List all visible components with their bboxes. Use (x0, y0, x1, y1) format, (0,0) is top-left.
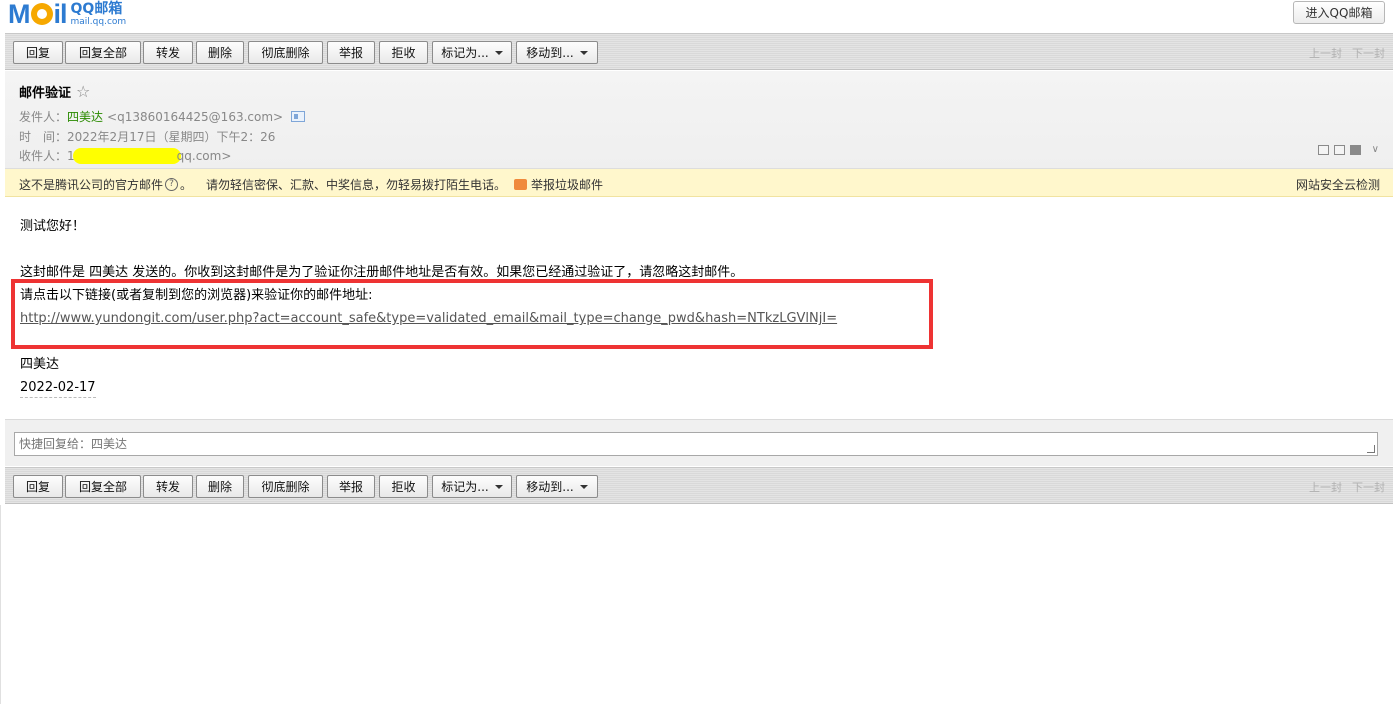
signature: 四美达 (20, 357, 60, 372)
mark-as-dropdown[interactable]: 标记为... (432, 41, 512, 64)
enter-qq-mail-button[interactable]: 进入QQ邮箱 (1293, 1, 1385, 24)
star-icon[interactable]: ☆ (76, 82, 90, 101)
mail-pager: 上一封 下一封 (1309, 479, 1385, 495)
chevron-down-icon (579, 50, 588, 55)
qq-mail-logo[interactable]: Mil QQ邮箱 mail.qq.com (8, 0, 126, 28)
reply-button[interactable]: 回复 (13, 475, 63, 498)
sign-date: 2022-02-17 (20, 378, 96, 398)
move-to-dropdown[interactable]: 移动到... (516, 475, 598, 498)
redaction-mark (72, 147, 181, 164)
not-official-notice: 这不是腾讯公司的官方邮件 (19, 178, 164, 192)
recipient-row: 收件人： 1 qq.com> (19, 147, 232, 164)
fraud-tip: 请勿轻信密保、汇款、中奖信息，勿轻易拨打陌生电话。 (206, 178, 507, 192)
logo-o-icon (30, 3, 53, 25)
mail-actions: ∨ (1317, 144, 1379, 155)
note-icon[interactable] (1317, 144, 1329, 155)
move-to-dropdown[interactable]: 移动到... (516, 41, 598, 64)
sender-name[interactable]: 四美达 (67, 108, 103, 125)
mail-pager: 上一封 下一封 (1309, 45, 1385, 61)
print-icon[interactable] (1349, 144, 1361, 155)
recipient-email: qq.com> (176, 148, 232, 163)
reject-button[interactable]: 拒收 (379, 41, 428, 64)
chevron-down-icon (494, 50, 503, 55)
prev-mail-link[interactable]: 上一封 (1309, 45, 1342, 61)
report-spam-link[interactable]: 举报垃圾邮件 (531, 176, 603, 193)
next-mail-link[interactable]: 下一封 (1352, 479, 1385, 495)
reply-all-button[interactable]: 回复全部 (65, 475, 141, 498)
mail-header: 邮件验证 ☆ 发件人： 四美达 <q13860164425@163.com> 时… (5, 71, 1393, 169)
reject-button[interactable]: 拒收 (379, 475, 428, 498)
chevron-down-icon (579, 484, 588, 489)
toolbar-top: 回复 回复全部 转发 删除 彻底删除 举报 拒收 标记为... 移动到... 上… (5, 33, 1393, 70)
new-window-icon[interactable] (1333, 144, 1345, 155)
toolbar-bottom: 回复 回复全部 转发 删除 彻底删除 举报 拒收 标记为... 移动到... 上… (5, 467, 1393, 504)
delete-button[interactable]: 删除 (196, 41, 244, 64)
quick-reply-area (5, 419, 1393, 466)
greeting: 测试您好！ (20, 219, 86, 234)
time-row: 时 间： 2022年2月17日（星期四）下午2：26 (19, 130, 276, 144)
logo-domain: mail.qq.com (70, 16, 127, 27)
mail-time: 2022年2月17日（星期四）下午2：26 (67, 130, 276, 144)
reply-all-button[interactable]: 回复全部 (65, 41, 141, 64)
forward-button[interactable]: 转发 (143, 41, 193, 64)
mail-subject: 邮件验证 ☆ (19, 82, 91, 101)
resize-handle-icon[interactable] (1367, 445, 1375, 453)
chevron-down-icon[interactable]: ∨ (1372, 144, 1379, 155)
forward-button[interactable]: 转发 (143, 475, 193, 498)
contact-card-icon[interactable] (291, 111, 306, 122)
mark-as-dropdown[interactable]: 标记为... (432, 475, 512, 498)
report-button[interactable]: 举报 (327, 475, 375, 498)
reply-button[interactable]: 回复 (13, 41, 63, 64)
next-mail-link[interactable]: 下一封 (1352, 45, 1385, 61)
delete-permanently-button[interactable]: 彻底删除 (248, 41, 323, 64)
delete-permanently-button[interactable]: 彻底删除 (248, 475, 323, 498)
help-icon[interactable]: ? (165, 178, 179, 191)
sender-email: <q13860164425@163.com> (107, 109, 284, 124)
prev-mail-link[interactable]: 上一封 (1309, 479, 1342, 495)
highlight-box (11, 279, 933, 349)
report-spam-icon (514, 179, 528, 190)
quick-reply-input[interactable] (14, 432, 1378, 456)
page-border (0, 505, 1, 704)
chevron-down-icon (494, 484, 503, 489)
report-button[interactable]: 举报 (327, 41, 375, 64)
delete-button[interactable]: 删除 (196, 475, 244, 498)
logo-brand: QQ邮箱 (70, 0, 123, 17)
sender-row: 发件人： 四美达 <q13860164425@163.com> (19, 108, 306, 125)
security-scan-link[interactable]: 网站安全云检测 (1296, 176, 1380, 193)
logo-mark: Mil (8, 0, 68, 29)
security-warning-bar: 这不是腾讯公司的官方邮件 ? 。 请勿轻信密保、汇款、中奖信息，勿轻易拨打陌生电… (5, 169, 1393, 197)
